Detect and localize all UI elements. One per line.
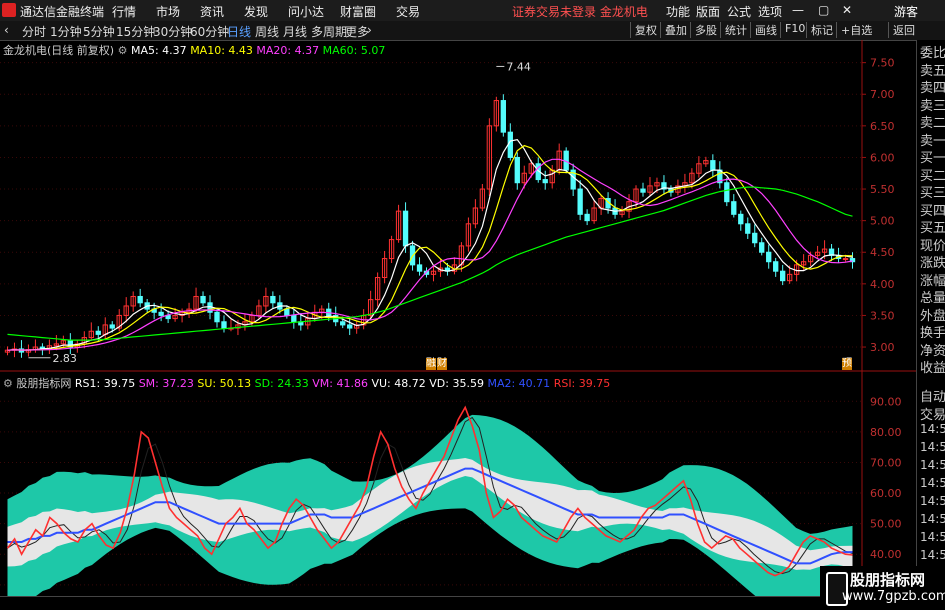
candle-body <box>738 213 744 225</box>
price-tick-label: 4.00 <box>870 278 895 291</box>
candle-body <box>766 251 772 263</box>
side-label: 委比 <box>920 46 945 61</box>
candle-body <box>640 188 646 193</box>
indicator-axis: 90.0080.0070.0060.0050.0040.0030.00 <box>870 395 902 592</box>
candle-body <box>710 160 716 171</box>
watermark-url: www.7gpzb.com <box>842 589 945 604</box>
indicator-tick-label: 90.00 <box>870 395 902 408</box>
candle-body <box>759 242 765 253</box>
candle-body <box>291 314 297 323</box>
candle-body <box>584 213 590 222</box>
side-label: 买一 <box>920 151 945 166</box>
side-label: 卖五 <box>920 63 945 79</box>
price-tick-label: 7.00 <box>870 88 895 101</box>
indicator-tick-label: 40.00 <box>870 548 902 561</box>
candle-body <box>514 156 520 184</box>
price-tick-label: 6.00 <box>870 151 895 164</box>
auto-trade-label[interactable]: 交易 <box>920 404 945 423</box>
side-label: 买二 <box>920 168 945 184</box>
watermark: 股朋指标网 www.7gpzb.com <box>820 566 945 609</box>
side-label: 净资 <box>920 343 945 359</box>
finance-marker-icon[interactable]: 财 <box>437 358 447 370</box>
time-label: 14:56 <box>920 422 945 436</box>
price-tick-label: 3.50 <box>870 309 895 322</box>
candle-body <box>507 131 513 158</box>
side-label: 收益 <box>920 361 945 376</box>
indicator-tick-label: 60.00 <box>870 487 902 500</box>
auto-trade-label[interactable]: 自动 <box>920 386 945 405</box>
ma60-line <box>7 186 853 341</box>
time-label: 14:56 <box>920 440 945 454</box>
price-axis: 7.50 7.00 6.50 6.00 5.50 5.00 4.50 4.00 3.50 3.00 <box>862 57 895 354</box>
candle-body <box>745 223 751 234</box>
side-label: 卖三 <box>920 98 945 114</box>
price-tick-label: 6.50 <box>870 120 895 133</box>
candle-body <box>200 295 206 304</box>
side-label: 卖四 <box>920 81 945 96</box>
side-label: 买五 <box>920 221 945 236</box>
price-tick-label: 3.00 <box>870 341 895 354</box>
time-label: 14:56 <box>920 530 945 544</box>
high-label: 7.44 <box>506 60 530 73</box>
price-tick-label: 5.00 <box>870 215 895 228</box>
candle-body <box>221 321 227 329</box>
side-label: 外盘 <box>920 308 945 324</box>
candle-body <box>542 179 548 184</box>
candle-body <box>500 100 506 133</box>
candle-body <box>214 311 220 323</box>
indicator-tick-label: 50.00 <box>870 518 902 531</box>
candle-body <box>158 311 164 316</box>
side-label: 卖一 <box>920 133 945 149</box>
price-marks: 7.44 2.83 <box>4 60 856 365</box>
side-label: 卖二 <box>920 116 945 131</box>
chart-canvas[interactable]: 7.50 7.00 6.50 6.00 5.50 5.00 4.50 4.00 3.50 3.00… <box>0 0 945 609</box>
date-bar <box>0 596 916 610</box>
side-label: 买四 <box>920 203 945 219</box>
candle-body <box>137 295 143 304</box>
side-label: 总量 <box>920 291 945 306</box>
quote-side-panel: 委比卖五卖四卖三卖二卖一买一买二买三买四买五现价涨跌涨幅总量外盘换手净资收益 <box>916 40 945 390</box>
side-label: 换手 <box>920 326 945 341</box>
side-label: 涨幅 <box>920 273 945 289</box>
candle-body <box>731 201 737 215</box>
side-label: 现价 <box>920 238 945 254</box>
watermark-title: 股朋指标网 <box>850 571 926 589</box>
price-tick-label: 5.50 <box>870 183 895 196</box>
candle-body <box>773 261 779 272</box>
price-tick-label: 4.50 <box>870 246 895 259</box>
time-label: 14:56 <box>920 476 945 490</box>
candle-body <box>752 232 758 244</box>
margin-marker-icon[interactable]: 融 <box>426 358 436 370</box>
candle-body <box>284 308 290 316</box>
forecast-marker-icon[interactable]: 预 <box>842 358 852 370</box>
candle-body <box>347 324 353 329</box>
price-tick-label: 7.50 <box>870 57 895 70</box>
indicator-marks <box>6 405 853 609</box>
candle-body <box>402 210 409 247</box>
candle-body <box>780 270 786 282</box>
time-label: 14:56 <box>920 512 945 526</box>
candle-body <box>724 182 730 203</box>
candle-body <box>340 321 346 326</box>
ma10-line <box>7 144 853 351</box>
time-label: 14:56 <box>920 458 945 472</box>
candle-body <box>842 258 849 261</box>
ma5-line <box>7 139 853 351</box>
indicator-tick-label: 70.00 <box>870 456 902 469</box>
candle-body <box>577 188 583 215</box>
candle-body <box>95 330 101 335</box>
side-label: 涨跌 <box>920 256 945 271</box>
candle-body <box>416 264 423 272</box>
time-label: 14:56 <box>920 494 945 508</box>
candle-body <box>39 346 46 349</box>
time-label: 14:56 <box>920 548 945 562</box>
low-label: 2.83 <box>52 352 77 365</box>
candle-body <box>270 295 276 304</box>
candle-body <box>109 324 115 329</box>
side-label: 买三 <box>920 186 945 201</box>
indicator-tick-label: 80.00 <box>870 426 902 439</box>
